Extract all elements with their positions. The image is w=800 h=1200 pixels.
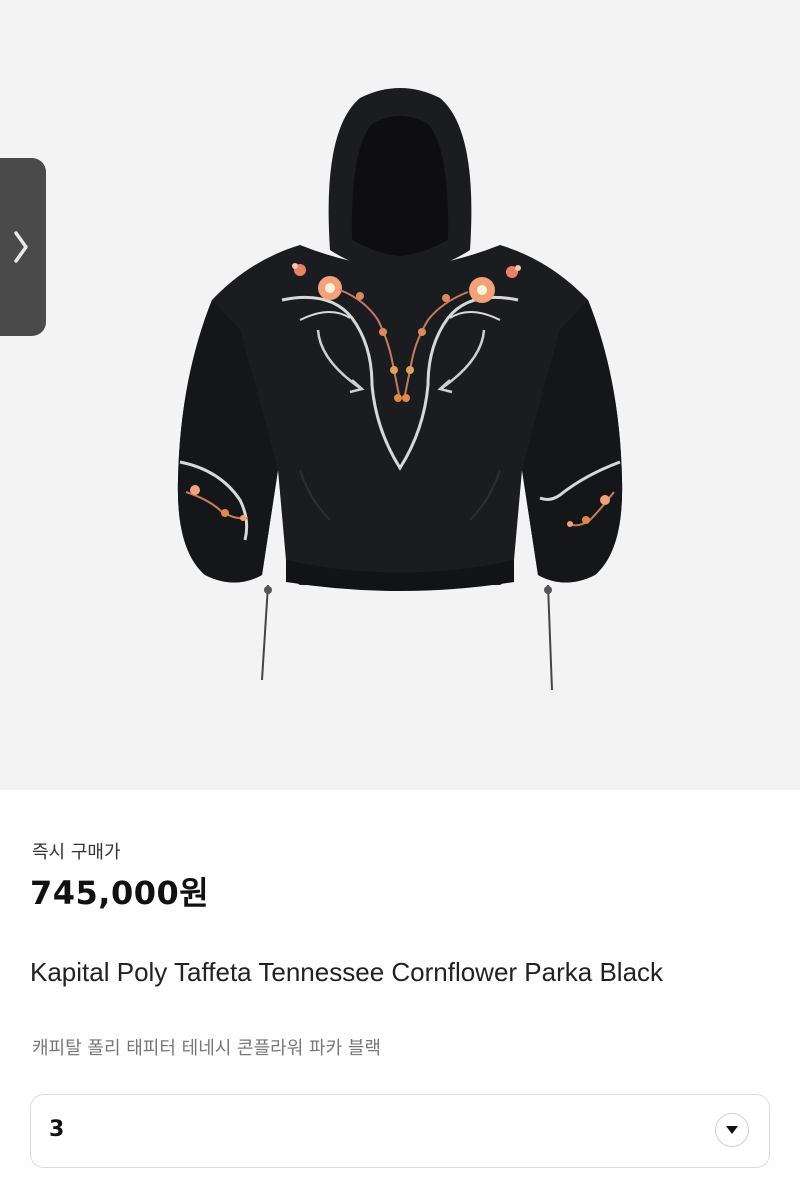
product-title-ko: 캐피탈 폴리 태피터 테네시 콘플라워 파카 블랙 (32, 1038, 381, 1059)
dropdown-toggle[interactable] (715, 1113, 749, 1147)
price-label: 즉시 구매가 (32, 842, 121, 863)
product-title-en: Kapital Poly Taffeta Tennessee Cornflowe… (30, 957, 664, 987)
product-price: 745,000원 (30, 874, 210, 912)
size-select[interactable]: 3 (30, 1094, 770, 1168)
product-image-jacket (177, 88, 623, 691)
chevron-right-icon (14, 231, 28, 263)
product-image-area (0, 0, 800, 790)
caret-down-icon (726, 1126, 738, 1134)
size-select-value: 3 (49, 1117, 65, 1142)
carousel-next-button[interactable] (0, 158, 46, 336)
